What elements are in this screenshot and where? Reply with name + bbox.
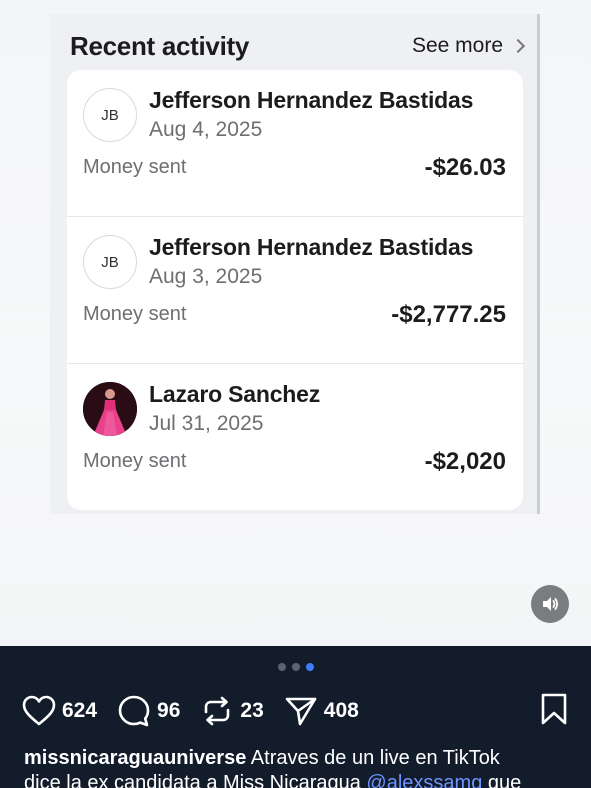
initials-avatar: JB bbox=[83, 88, 137, 142]
heart-icon bbox=[22, 695, 56, 726]
comment-count: 96 bbox=[157, 699, 181, 722]
share-icon bbox=[285, 697, 317, 726]
like-button[interactable]: 624 bbox=[22, 695, 97, 727]
see-more-link[interactable]: See more bbox=[411, 34, 526, 58]
comment-button[interactable]: 96 bbox=[117, 694, 180, 728]
caption-line: missnicaraguauniverse Atraves de un live… bbox=[24, 746, 573, 771]
card-header: Recent activity See more bbox=[70, 24, 526, 68]
transaction-name: Lazaro Sanchez bbox=[149, 381, 321, 407]
carousel-indicator bbox=[0, 663, 591, 671]
sound-toggle-button[interactable] bbox=[531, 585, 569, 623]
transaction-row[interactable]: JB Jefferson Hernandez Bastidas Aug 3, 2… bbox=[67, 217, 523, 364]
caption-text: dice la ex candidata a Miss Nicaragua bbox=[24, 772, 361, 788]
repost-icon bbox=[205, 696, 230, 726]
caption-mention[interactable]: @alexssamg bbox=[366, 772, 482, 788]
transaction-row[interactable]: Lazaro Sanchez Jul 31, 2025 Money sent -… bbox=[67, 364, 523, 510]
initials-avatar: JB bbox=[83, 235, 137, 289]
post-media: Recent activity See more JB Jefferson He… bbox=[0, 0, 591, 646]
transaction-list: JB Jefferson Hernandez Bastidas Aug 4, 2… bbox=[67, 70, 523, 510]
caption-username[interactable]: missnicaraguauniverse bbox=[24, 747, 246, 769]
photo-avatar bbox=[83, 382, 137, 436]
action-bar: 624 96 23 408 bbox=[22, 692, 569, 731]
carousel-dot-active[interactable] bbox=[305, 663, 314, 671]
bookmark-button[interactable] bbox=[539, 692, 569, 731]
transaction-row[interactable]: JB Jefferson Hernandez Bastidas Aug 4, 2… bbox=[67, 70, 523, 217]
gown-photo-icon bbox=[83, 382, 137, 436]
caption-line: dice la ex candidata a Miss Nicaragua @a… bbox=[24, 771, 573, 788]
comment-icon bbox=[118, 695, 150, 727]
see-more-label: See more bbox=[411, 34, 503, 57]
carousel-dot[interactable] bbox=[277, 663, 286, 671]
transaction-name: Jefferson Hernandez Bastidas bbox=[149, 234, 474, 260]
transaction-type: Money sent bbox=[83, 156, 187, 178]
repost-count: 23 bbox=[240, 699, 264, 722]
like-count: 624 bbox=[62, 699, 98, 722]
transaction-amount: -$2,777.25 bbox=[391, 301, 506, 328]
transaction-amount: -$26.03 bbox=[424, 154, 506, 181]
caption-text: que bbox=[487, 772, 522, 788]
transaction-type: Money sent bbox=[83, 450, 187, 472]
transaction-date: Aug 4, 2025 bbox=[149, 118, 263, 141]
share-count: 408 bbox=[323, 699, 359, 722]
post-footer: 624 96 23 408 missnicaraguauniverse Atra… bbox=[0, 646, 591, 788]
transaction-amount: -$2,020 bbox=[424, 448, 506, 475]
chevron-right-icon bbox=[510, 38, 526, 54]
share-button[interactable]: 408 bbox=[284, 694, 359, 728]
embedded-screenshot: Recent activity See more JB Jefferson He… bbox=[50, 14, 540, 514]
speaker-icon bbox=[543, 597, 559, 611]
post-caption: missnicaraguauniverse Atraves de un live… bbox=[24, 746, 573, 788]
card-title: Recent activity bbox=[70, 30, 250, 61]
carousel-dot[interactable] bbox=[291, 663, 300, 671]
caption-text: Atraves de un live en TikTok bbox=[250, 747, 500, 769]
transaction-date: Jul 31, 2025 bbox=[149, 412, 264, 435]
bookmark-icon bbox=[541, 693, 567, 724]
transaction-type: Money sent bbox=[83, 303, 187, 325]
transaction-name: Jefferson Hernandez Bastidas bbox=[149, 87, 474, 113]
transaction-date: Aug 3, 2025 bbox=[149, 265, 263, 288]
repost-button[interactable]: 23 bbox=[200, 694, 264, 728]
